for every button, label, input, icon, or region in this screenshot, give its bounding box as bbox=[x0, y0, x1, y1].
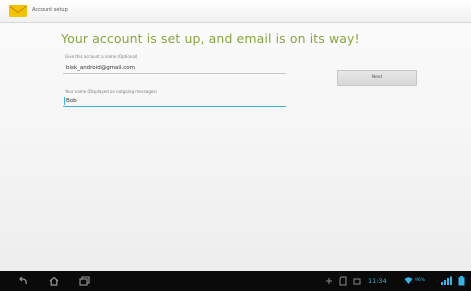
notification-icon[interactable] bbox=[324, 276, 334, 286]
wifi-icon bbox=[404, 277, 413, 284]
system-bar: 11:34 96% bbox=[0, 271, 471, 291]
recent-apps-icon[interactable] bbox=[78, 275, 90, 287]
next-button[interactable]: Next bbox=[337, 70, 417, 86]
signal-icon bbox=[441, 276, 452, 285]
action-bar: Account setup bbox=[0, 0, 471, 23]
usb-icon[interactable] bbox=[352, 276, 362, 286]
sd-card-icon[interactable] bbox=[338, 276, 348, 286]
account-name-label: Give this account a name (Optional) bbox=[65, 54, 138, 59]
battery-percentage: 96% bbox=[415, 278, 426, 283]
home-icon[interactable] bbox=[48, 275, 60, 287]
window-title: Account setup bbox=[32, 7, 68, 13]
app-email-icon[interactable] bbox=[8, 3, 28, 19]
account-name-value: bisk_android@gmail.com bbox=[66, 65, 135, 71]
text-cursor bbox=[64, 97, 65, 105]
status-clock[interactable]: 11:34 bbox=[368, 277, 387, 285]
your-name-label: Your name (Displayed on outgoing message… bbox=[65, 89, 157, 94]
account-setup-screen: Account setup Your account is set up, an… bbox=[0, 0, 471, 291]
account-name-input[interactable]: bisk_android@gmail.com bbox=[63, 63, 286, 74]
your-name-input[interactable]: Bob bbox=[63, 96, 286, 107]
your-name-value: Bob bbox=[66, 98, 77, 104]
page-heading: Your account is set up, and email is on … bbox=[61, 31, 360, 46]
back-icon[interactable] bbox=[17, 275, 29, 287]
battery-icon bbox=[458, 276, 465, 286]
